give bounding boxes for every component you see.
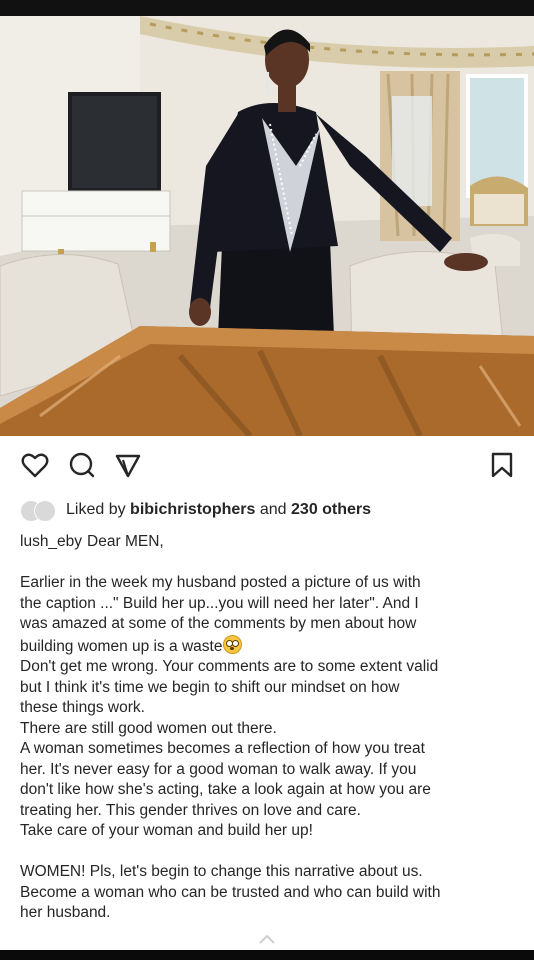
caption-line: don't like how she's acting, take a look… (20, 781, 431, 798)
bottom-bar (0, 950, 534, 960)
flushed-face-emoji-icon (223, 634, 243, 654)
likes-prefix: Liked by (66, 501, 126, 518)
caption-line-with-emoji: building women up is a waste (20, 634, 520, 658)
likes-others[interactable]: 230 others (291, 501, 371, 519)
post-photo[interactable] (0, 16, 534, 436)
comment-icon[interactable] (67, 450, 97, 480)
liker-avatars (20, 500, 62, 522)
post-photo-illustration (0, 16, 534, 436)
caption-line: Take care of your woman and build her up… (20, 822, 313, 839)
instagram-post-screenshot: Liked by bibichristophers and 230 others… (0, 0, 534, 960)
status-bar (0, 0, 534, 16)
caption-line: building women up is a waste (20, 637, 223, 655)
caption-line: Don't get me wrong. Your comments are to… (20, 658, 439, 675)
caption-line: the caption ..." Build her up...you will… (20, 594, 419, 612)
post-caption: lush_eby Dear MEN, Earlier in the week my… (20, 532, 520, 924)
caption-line: Earlier in the week my husband posted a … (20, 574, 421, 591)
caption-line: but I think it's time we begin to shift … (20, 678, 400, 696)
caption-line: treating her. This gender thrives on lov… (20, 801, 361, 819)
caption-line: A woman sometimes becomes a reflection o… (20, 740, 425, 757)
caption-line: her husband. (20, 904, 111, 921)
avatar (34, 500, 56, 522)
chevron-up-icon[interactable] (257, 932, 277, 946)
likes-middle: and (259, 501, 287, 518)
caption-username[interactable]: lush_eby (20, 533, 82, 550)
send-icon[interactable] (113, 450, 143, 480)
caption-line: WOMEN! Pls, let's begin to change this n… (20, 863, 423, 880)
caption-greeting: Dear MEN, (87, 533, 164, 550)
heart-icon[interactable] (20, 450, 50, 480)
caption-line: these things work. (20, 699, 145, 716)
liker-username[interactable]: bibichristophers (130, 501, 255, 519)
caption-line: her. It's never easy for a good woman to… (20, 760, 417, 778)
caption-line: Become a woman who can be trusted and wh… (20, 883, 441, 901)
caption-first-line: lush_eby Dear MEN, (20, 532, 520, 553)
caption-line: There are still good women out there. (20, 719, 277, 737)
post-action-bar (0, 436, 534, 494)
bookmark-icon[interactable] (487, 450, 517, 480)
likes-summary[interactable]: Liked by bibichristophers and 230 others (20, 498, 371, 522)
caption-line: was amazed at some of the comments by me… (20, 615, 417, 632)
